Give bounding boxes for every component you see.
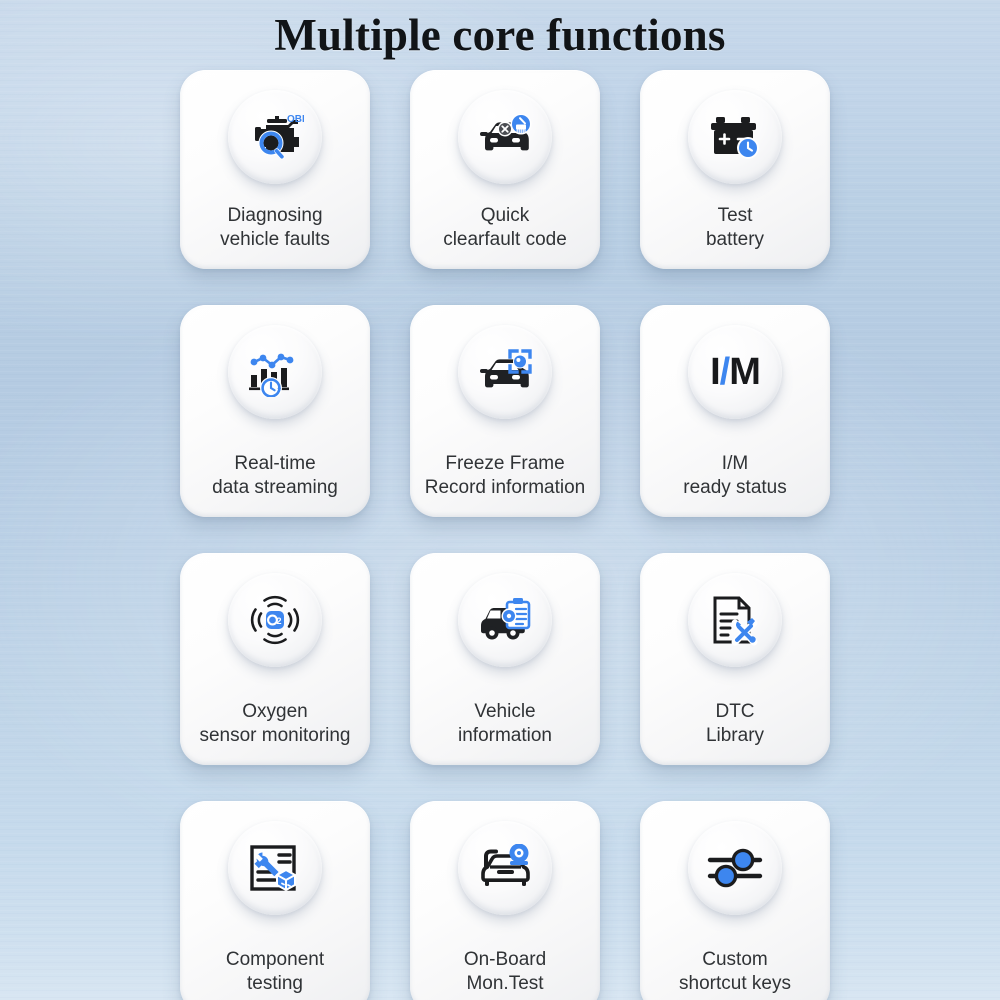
card-label-line1: Oxygen	[242, 700, 308, 722]
card-label-line2: clearfault code	[443, 228, 567, 250]
document-wrench-box-icon	[248, 843, 302, 893]
icon-disc	[688, 821, 782, 915]
card-diagnosing-vehicle-faults[interactable]: OBD Diagnosing vehicle faults	[180, 70, 370, 269]
engine-obd-magnifier-icon: OBD	[246, 111, 304, 163]
card-component-testing[interactable]: Component testing	[180, 801, 370, 1000]
icon-disc: 2	[228, 573, 322, 667]
icon-disc	[688, 573, 782, 667]
icon-disc	[228, 821, 322, 915]
page-title: Multiple core functions	[274, 10, 726, 60]
card-label-line2: ready status	[683, 476, 787, 498]
card-label: Test battery	[640, 204, 830, 269]
icon-disc	[458, 821, 552, 915]
card-vehicle-information[interactable]: Vehicle information	[410, 553, 600, 765]
card-custom-shortcut-keys[interactable]: Custom shortcut keys	[640, 801, 830, 1000]
card-label-line2: information	[458, 724, 552, 746]
sliders-settings-icon	[706, 847, 764, 889]
card-label-line2: shortcut keys	[679, 972, 791, 994]
card-label: Diagnosing vehicle faults	[180, 204, 370, 269]
card-label: Vehicle information	[410, 700, 600, 765]
card-label-line2: data streaming	[212, 476, 338, 498]
icon-disc	[458, 573, 552, 667]
im-letter-m: M	[729, 351, 761, 393]
card-label-line2: battery	[705, 228, 765, 250]
card-label-line2: Mon.Test	[466, 972, 544, 994]
card-label: Quick clearfault code	[410, 204, 600, 269]
card-label-line1: Quick	[480, 204, 530, 226]
card-dtc-library[interactable]: DTC Library	[640, 553, 830, 765]
card-label-line2: Library	[705, 724, 765, 746]
card-label-line1: Test	[717, 204, 753, 226]
icon-disc	[458, 90, 552, 184]
im-letter-i: I	[710, 351, 721, 393]
document-wrench-screwdriver-icon	[710, 594, 760, 646]
o2-badge-label: 2	[277, 616, 282, 626]
card-im-ready-status[interactable]: I / M I/M ready status	[640, 305, 830, 517]
card-on-board-mon-test[interactable]: On-Board Mon.Test	[410, 801, 600, 1000]
im-slash: /	[719, 351, 731, 393]
card-label: Oxygen sensor monitoring	[180, 700, 370, 765]
card-label: On-Board Mon.Test	[410, 948, 600, 1000]
oxygen-sensor-waves-icon: 2	[246, 591, 304, 649]
card-label-line1: Freeze Frame	[445, 452, 565, 474]
car-clear-fault-brush-icon	[476, 114, 534, 160]
card-label-line1: Diagnosing	[227, 204, 323, 226]
icon-disc: I / M	[688, 325, 782, 419]
card-label-line1: Vehicle	[474, 700, 536, 722]
icon-disc	[228, 325, 322, 419]
card-label-line1: On-Board	[463, 948, 547, 970]
car-camera-frame-icon	[476, 349, 534, 395]
card-label-line2: sensor monitoring	[199, 724, 351, 746]
function-card-grid: OBD Diagnosing vehicle faults	[180, 70, 830, 1000]
card-label-line1: Real-time	[234, 452, 316, 474]
bar-chart-clock-icon	[248, 347, 302, 397]
icon-disc	[688, 90, 782, 184]
battery-clock-icon	[707, 113, 763, 161]
card-quick-clearfault-code[interactable]: Quick clearfault code	[410, 70, 600, 269]
functions-page: Multiple core functions OB Diagnosing ve…	[0, 0, 1000, 1000]
im-text-icon: I / M	[710, 351, 761, 393]
card-label-line1: Component	[225, 948, 325, 970]
card-label: DTC Library	[640, 700, 830, 765]
card-test-battery[interactable]: Test battery	[640, 70, 830, 269]
card-label-line1: I/M	[721, 452, 749, 474]
card-label: Custom shortcut keys	[640, 948, 830, 1000]
card-oxygen-sensor-monitoring[interactable]: 2 Oxygen sensor monitoring	[180, 553, 370, 765]
card-label: Component testing	[180, 948, 370, 1000]
car-clipboard-info-icon	[476, 596, 534, 644]
card-label-line1: Custom	[702, 948, 768, 970]
icon-disc: OBD	[228, 90, 322, 184]
card-freeze-frame-record-information[interactable]: Freeze Frame Record information	[410, 305, 600, 517]
card-label-line1: DTC	[715, 700, 755, 722]
obd-badge-label: OBD	[287, 114, 304, 125]
car-monitor-camera-icon	[476, 844, 534, 892]
card-label-line2: testing	[247, 972, 303, 994]
card-label: Freeze Frame Record information	[410, 452, 600, 517]
card-label-line2: vehicle faults	[220, 228, 330, 250]
card-label: Real-time data streaming	[180, 452, 370, 517]
icon-disc	[458, 325, 552, 419]
card-real-time-data-streaming[interactable]: Real-time data streaming	[180, 305, 370, 517]
card-label-line2: Record information	[424, 476, 586, 498]
card-label: I/M ready status	[640, 452, 830, 517]
